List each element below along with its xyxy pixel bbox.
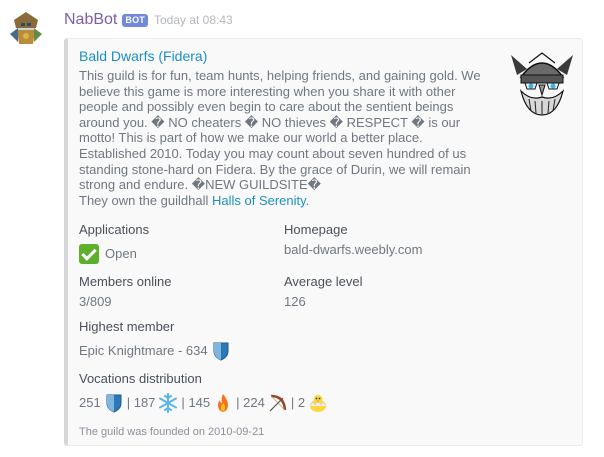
shield-icon <box>213 342 229 361</box>
highest-member-value: Epic Knightmare - 634 <box>79 343 208 358</box>
field-members-online: Members online 3/809 <box>79 274 269 310</box>
bot-tag: BOT <box>122 13 148 27</box>
vocation-count: 251 <box>79 395 101 410</box>
vocation-separator: | <box>126 395 131 410</box>
guild-logo <box>507 47 577 117</box>
vocations-list: 251 | 187 | 145 | 224 | 2 <box>79 393 479 413</box>
fire-icon <box>218 394 229 412</box>
vocation-count: 145 <box>188 395 211 410</box>
field-value: Open <box>79 244 269 264</box>
guildhall-prefix: They own the guildhall <box>79 192 212 208</box>
vocation-separator: | <box>181 395 185 410</box>
message-timestamp: Today at 08:43 <box>153 13 233 27</box>
username[interactable]: NabBot <box>64 11 117 29</box>
embed-title[interactable]: Bald Dwarfs (Fidera) <box>79 48 207 64</box>
members-online-value: 3/809 <box>79 294 112 309</box>
bot-avatar[interactable] <box>6 8 46 48</box>
snowflake-icon <box>159 393 178 413</box>
field-applications: Applications Open <box>79 222 269 264</box>
guild-embed: Bald Dwarfs (Fidera) This guild is for f… <box>64 38 583 446</box>
field-name: Vocations distribution <box>79 371 202 386</box>
field-value: Epic Knightmare - 634 <box>79 341 379 361</box>
chick-icon <box>309 395 327 412</box>
vocation-count: 187 <box>133 395 156 410</box>
vocation-separator: | <box>290 395 295 410</box>
applications-status: Open <box>105 246 137 261</box>
field-homepage: Homepage bald-dwarfs.weebly.com <box>284 222 474 258</box>
field-highest-member: Highest member Epic Knightmare - 634 <box>79 319 379 361</box>
vocation-separator: | <box>236 395 240 410</box>
vocation-count: 2 <box>297 395 306 410</box>
message-header: NabBot BOT Today at 08:43 <box>64 10 233 30</box>
guildhall-link[interactable]: Halls of Serenity <box>212 193 306 208</box>
bow-icon <box>269 394 287 412</box>
average-level-value: 126 <box>284 294 306 309</box>
embed-footer: The guild was founded on 2010-09-21 <box>79 426 265 438</box>
field-average-level: Average level 126 <box>284 274 474 310</box>
vocation-count: 224 <box>243 395 265 410</box>
field-name: Average level <box>284 274 363 289</box>
field-name: Homepage <box>284 222 348 237</box>
field-name: Applications <box>79 222 150 237</box>
homepage-value: bald-dwarfs.weebly.com <box>284 242 423 257</box>
embed-description: This guild is for fun, team hunts, helpi… <box>79 68 487 208</box>
field-name: Highest member <box>79 319 175 334</box>
guildhall-suffix: . <box>305 192 310 208</box>
field-name: Members online <box>79 274 172 289</box>
description-text: This guild is for fun, team hunts, helpi… <box>79 68 481 193</box>
shield-icon <box>106 394 122 413</box>
check-icon <box>79 244 99 264</box>
field-vocations: Vocations distribution 251 | 187 | 145 |… <box>79 371 479 413</box>
